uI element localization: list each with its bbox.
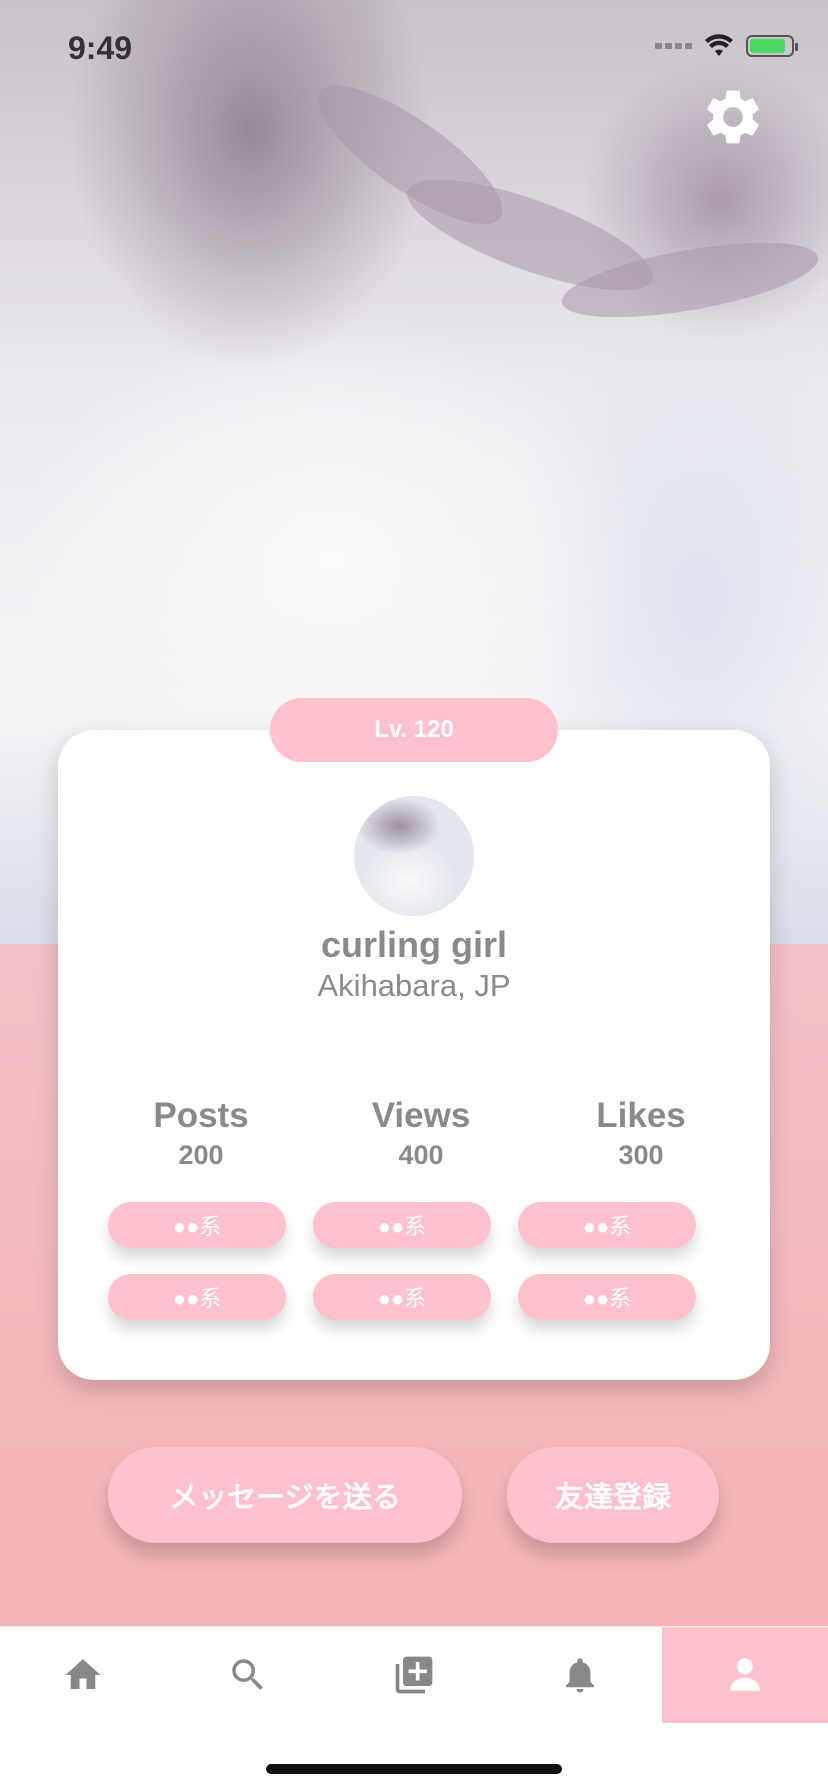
battery-icon [746,35,798,57]
tag-chip[interactable]: ●●系 [313,1274,491,1320]
bell-icon [565,1658,594,1693]
tab-search[interactable] [166,1627,332,1723]
wifi-icon [705,34,733,56]
home-indicator [266,1764,562,1774]
status-bar: 9:49 [0,0,828,96]
tab-profile[interactable] [662,1627,828,1723]
home-icon [65,1659,101,1689]
tab-new-post[interactable] [331,1627,497,1723]
status-icons [655,34,798,58]
stat-label: Posts [153,1096,249,1135]
level-badge: Lv. 120 [270,698,558,762]
stat-likes[interactable]: Likes 300 [541,1096,741,1171]
send-message-button[interactable]: メッセージを送る [108,1447,462,1543]
stat-value: 400 [398,1140,444,1170]
tag-chip[interactable]: ●●系 [518,1202,696,1248]
stat-label: Likes [596,1096,686,1135]
cellular-signal-icon [655,43,692,49]
tab-bar [0,1626,828,1723]
profile-icon [730,1658,761,1691]
tab-notifications[interactable] [497,1627,663,1723]
user-location: Akihabara, JP [317,968,511,1003]
settings-gear-icon[interactable] [700,84,766,150]
stat-value: 300 [618,1140,664,1170]
tag-chip[interactable]: ●●系 [108,1202,286,1248]
avatar[interactable] [354,796,474,916]
tag-chip[interactable]: ●●系 [313,1202,491,1248]
add-post-icon [395,1656,433,1694]
stat-views[interactable]: Views 400 [321,1096,521,1171]
stat-value: 200 [178,1140,224,1170]
tag-chip[interactable]: ●●系 [518,1274,696,1320]
username: curling girl [320,924,507,965]
stat-label: Views [371,1096,471,1135]
add-friend-button[interactable]: 友達登録 [507,1447,719,1543]
tag-chip[interactable]: ●●系 [108,1274,286,1320]
tab-home[interactable] [0,1627,166,1723]
search-icon [232,1659,264,1690]
stat-posts[interactable]: Posts 200 [101,1096,301,1171]
status-time: 9:49 [68,30,133,66]
